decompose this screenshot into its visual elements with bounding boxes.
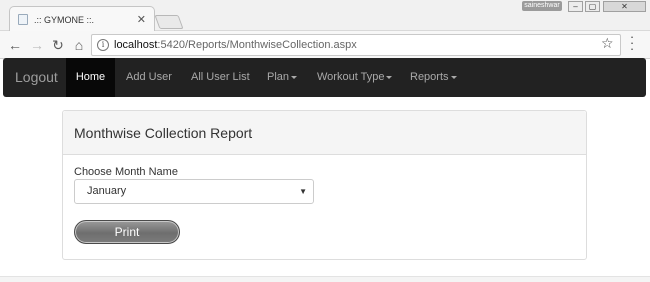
star-icon[interactable]: ☆ — [601, 35, 614, 52]
nav-item-workout-type[interactable]: Workout Type — [317, 58, 393, 97]
profile-badge[interactable]: saineshwar — [522, 1, 562, 11]
browser-tabstrip: .:: GYMONE ::. ✕ saineshwar – ▢ ✕ — [0, 0, 650, 32]
nav-item-home[interactable]: Home — [66, 58, 115, 97]
app-navbar: Logout Home Add User All User List Plan … — [3, 58, 646, 97]
nav-item-add-user[interactable]: Add User — [126, 58, 172, 97]
tab-title: .:: GYMONE ::. — [34, 14, 95, 25]
address-bar[interactable]: i localhost:5420/Reports/MonthwiseCollec… — [91, 34, 621, 56]
info-icon[interactable]: i — [97, 39, 109, 51]
new-tab-button[interactable] — [154, 15, 184, 29]
month-select[interactable]: January ▼ — [74, 179, 314, 204]
nav-item-reports-label: Reports — [410, 71, 449, 83]
minimize-button[interactable]: – — [568, 1, 583, 12]
nav-item-reports[interactable]: Reports — [410, 58, 457, 97]
url-host: localhost — [114, 39, 158, 51]
caret-down-icon — [450, 75, 457, 79]
page-bottom-edge — [0, 276, 650, 282]
caret-down-icon — [291, 75, 298, 79]
reload-icon[interactable]: ↻ — [50, 37, 66, 53]
panel-title: Monthwise Collection Report — [63, 111, 586, 155]
url-path: :5420/Reports/MonthwiseCollection.aspx — [157, 39, 357, 51]
home-icon[interactable]: ⌂ — [71, 37, 87, 53]
close-window-button[interactable]: ✕ — [603, 1, 646, 12]
page-favicon-icon — [18, 14, 28, 25]
month-label: Choose Month Name — [74, 166, 178, 178]
navbar-brand-logout[interactable]: Logout — [15, 58, 58, 97]
caret-down-icon — [386, 75, 393, 79]
month-select-value: January — [87, 185, 127, 197]
print-button[interactable]: Print — [74, 220, 180, 244]
tab-close-icon[interactable]: ✕ — [137, 13, 146, 26]
arrow-right-icon[interactable]: → — [29, 37, 45, 53]
browser-tab[interactable]: .:: GYMONE ::. ✕ — [9, 6, 155, 32]
browser-toolbar: ← → ↻ ⌂ i localhost:5420/Reports/Monthwi… — [0, 31, 650, 59]
kebab-menu-icon[interactable]: · · · — [626, 30, 638, 55]
report-panel: Monthwise Collection Report Choose Month… — [62, 110, 587, 260]
maximize-button[interactable]: ▢ — [585, 1, 600, 12]
dropdown-arrow-icon: ▼ — [299, 187, 307, 196]
nav-item-workout-type-label: Workout Type — [317, 71, 385, 83]
nav-item-plan-label: Plan — [267, 71, 290, 83]
arrow-left-icon[interactable]: ← — [7, 37, 23, 53]
nav-item-all-user-list[interactable]: All User List — [191, 58, 250, 97]
nav-item-plan[interactable]: Plan — [267, 58, 298, 97]
